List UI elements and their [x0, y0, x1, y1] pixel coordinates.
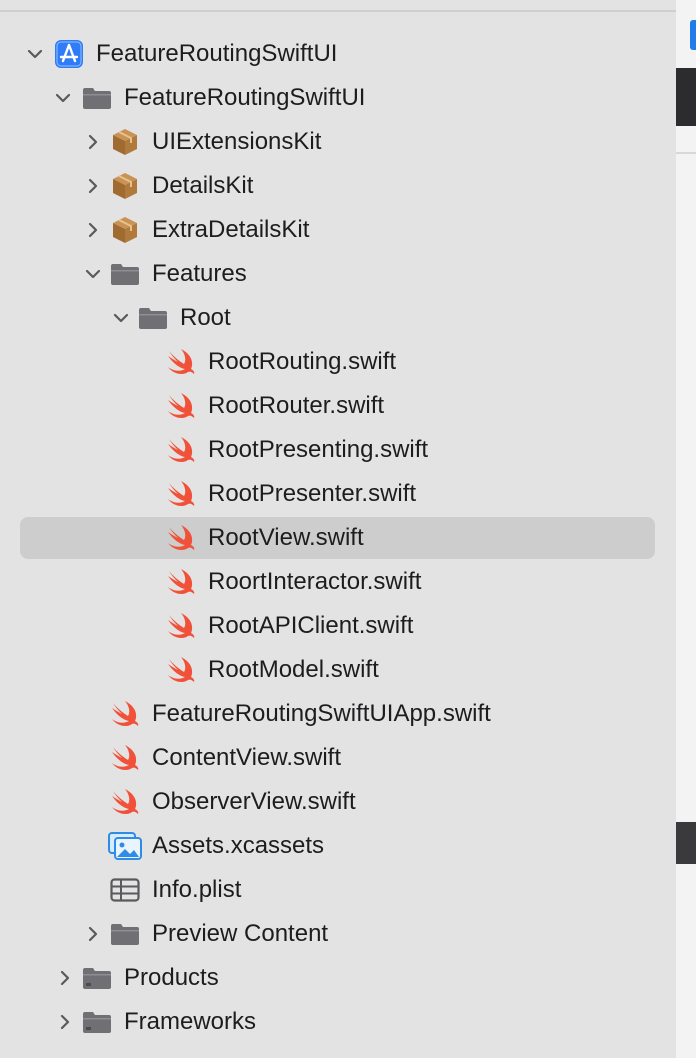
tree-item-group[interactable]: Root [20, 297, 655, 339]
tree-item-file[interactable]: ContentView.swift [20, 737, 655, 779]
swift-file-icon [164, 605, 198, 647]
swift-file-icon [164, 473, 198, 515]
folder-icon [80, 1001, 114, 1043]
editor-edge [676, 0, 696, 1058]
tree-item-file[interactable]: RootAPIClient.swift [20, 605, 655, 647]
asset-catalog-icon [108, 825, 142, 867]
tree-item-label: FeatureRoutingSwiftUI [124, 84, 366, 111]
folder-icon [108, 913, 142, 955]
xcode-app-icon [52, 33, 86, 75]
tree-item-group[interactable]: FeatureRoutingSwiftUI [20, 77, 655, 119]
tree-item-file[interactable]: RootPresenter.swift [20, 473, 655, 515]
chevron-right-icon[interactable] [56, 957, 74, 999]
tree-item-label: RootModel.swift [208, 656, 379, 683]
tree-item-label: Assets.xcassets [152, 832, 325, 859]
package-icon [108, 165, 142, 207]
editor-dark-region [676, 68, 696, 126]
chevron-right-icon[interactable] [84, 121, 102, 163]
tree-item-label: ContentView.swift [152, 744, 341, 771]
tree-item-file-selected[interactable]: RootView.swift [20, 517, 655, 559]
tree-item-file[interactable]: RootRouting.swift [20, 341, 655, 383]
plist-icon [108, 869, 142, 911]
chevron-right-icon[interactable] [84, 913, 102, 955]
package-icon [108, 121, 142, 163]
package-icon [108, 209, 142, 251]
tree-item-label: Features [152, 260, 247, 287]
tree-item-label: Info.plist [152, 876, 242, 903]
tree-item-label: RootPresenting.swift [208, 436, 429, 463]
tree-item-label: UIExtensionsKit [152, 128, 322, 155]
editor-divider [676, 152, 696, 154]
tree-item-project-root[interactable]: FeatureRoutingSwiftUI [20, 33, 655, 75]
tree-item-file[interactable]: ObserverView.swift [20, 781, 655, 823]
tree-item-label: ObserverView.swift [152, 788, 356, 815]
tree-item-file[interactable]: Assets.xcassets [20, 825, 655, 867]
editor-dark-region-lower [676, 822, 696, 864]
swift-file-icon [164, 561, 198, 603]
tree-item-label: RoortInteractor.swift [208, 568, 422, 595]
tree-item-group[interactable]: Features [20, 253, 655, 295]
tree-item-label: RootRouting.swift [208, 348, 397, 375]
chevron-down-icon[interactable] [54, 77, 72, 119]
swift-file-icon [108, 693, 142, 735]
tree-item-file[interactable]: RoortInteractor.swift [20, 561, 655, 603]
tree-item-label: RootPresenter.swift [208, 480, 417, 507]
editor-tab-accent [690, 20, 696, 50]
swift-file-icon [164, 385, 198, 427]
tree-item-label: DetailsKit [152, 172, 254, 199]
tree-item-label: Products [124, 964, 219, 991]
swift-file-icon [164, 341, 198, 383]
tree-item-package[interactable]: DetailsKit [20, 165, 655, 207]
tree-item-file[interactable]: RootPresenting.swift [20, 429, 655, 471]
tree-item-label: ExtraDetailsKit [152, 216, 310, 243]
tree-item-label: Preview Content [152, 920, 329, 947]
swift-file-icon [108, 737, 142, 779]
folder-icon [80, 957, 114, 999]
tree-item-group[interactable]: Preview Content [20, 913, 655, 955]
tree-item-file[interactable]: FeatureRoutingSwiftUIApp.swift [20, 693, 655, 735]
tree-item-label: FeatureRoutingSwiftUIApp.swift [152, 700, 491, 727]
folder-icon [80, 77, 114, 119]
tree-item-label: FeatureRoutingSwiftUI [96, 40, 338, 67]
tree-item-label: Root [180, 304, 231, 331]
folder-icon [108, 253, 142, 295]
swift-file-icon [164, 517, 198, 559]
chevron-right-icon[interactable] [56, 1001, 74, 1043]
tree-item-package[interactable]: UIExtensionsKit [20, 121, 655, 163]
tree-item-group[interactable]: Products [20, 957, 655, 999]
chevron-right-icon[interactable] [84, 165, 102, 207]
tree-item-package[interactable]: ExtraDetailsKit [20, 209, 655, 251]
tree-item-label: Frameworks [124, 1008, 257, 1035]
chevron-down-icon[interactable] [112, 297, 130, 339]
swift-file-icon [108, 781, 142, 823]
project-navigator: FeatureRoutingSwiftUI FeatureRoutingSwif… [0, 0, 676, 1058]
chevron-down-icon[interactable] [26, 33, 44, 75]
tree-item-label: RootView.swift [208, 524, 364, 551]
chevron-right-icon[interactable] [84, 209, 102, 251]
swift-file-icon [164, 649, 198, 691]
tree-item-file[interactable]: RootRouter.swift [20, 385, 655, 427]
swift-file-icon [164, 429, 198, 471]
tree-item-label: RootRouter.swift [208, 392, 385, 419]
tree-item-file[interactable]: RootModel.swift [20, 649, 655, 691]
tree-item-label: RootAPIClient.swift [208, 612, 414, 639]
chevron-down-icon[interactable] [84, 253, 102, 295]
tree-item-group[interactable]: Frameworks [20, 1001, 655, 1043]
folder-icon [136, 297, 170, 339]
tree-item-file[interactable]: Info.plist [20, 869, 655, 911]
